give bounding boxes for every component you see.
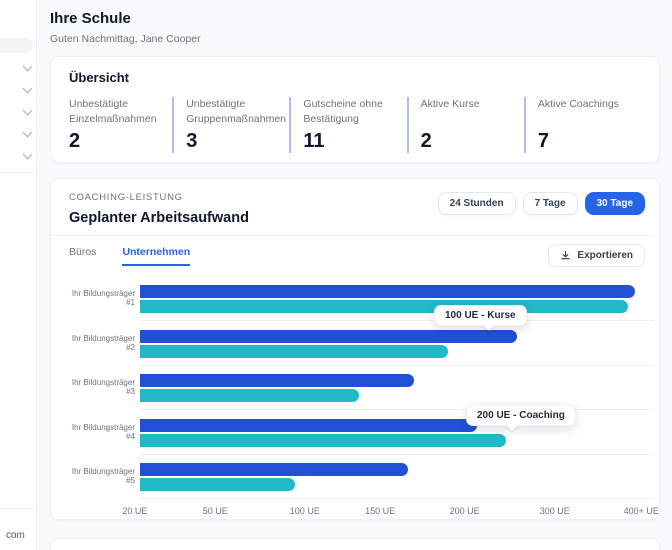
bar-kurse[interactable] [140,419,477,432]
category-label: Ihr Bildungsträger #5 [69,468,140,486]
stat-value: 7 [538,130,641,153]
stat-value: 2 [69,130,172,153]
bar-group-3: Ihr Bildungsträger #3 [51,366,659,411]
chart-tooltip-coaching: 200 UE - Coaching [466,405,576,426]
export-button[interactable]: Exportieren [548,244,645,267]
overview-card: Übersicht Unbestätigte Einzelmaßnahmen 2… [50,56,660,163]
x-tick-label: 150 UE [365,506,395,516]
bar-kurse[interactable] [140,463,408,476]
range-30-tage-button[interactable]: 30 Tage [585,192,646,215]
bar-coaching[interactable] [140,434,506,447]
bar-coaching[interactable] [140,478,295,491]
chevron-down-icon[interactable] [23,84,33,94]
stat-value: 11 [303,130,406,153]
bar-kurse[interactable] [140,330,517,343]
bar-coaching[interactable] [140,389,359,402]
chart-card-heading: COACHING-LEISTUNG Geplanter Arbeitsaufwa… [69,192,249,226]
download-icon [560,250,571,261]
category-label: Ihr Bildungsträger #4 [69,424,140,442]
x-tick-label: 300 UE [540,506,570,516]
bar-track [140,330,654,358]
chevron-down-icon[interactable] [23,106,33,116]
stat-aktive-kurse: Aktive Kurse 2 [407,97,524,153]
sidebar-active-item[interactable] [0,38,33,53]
category-label: Ihr Bildungsträger #3 [69,379,140,397]
bar-track [140,285,654,313]
tab-bueros[interactable]: Büros [69,246,96,266]
chevron-down-icon[interactable] [23,62,33,72]
stat-label: Unbestätigte Gruppenmaßnahmen [186,97,289,127]
export-button-label: Exportieren [577,250,633,261]
bar-chart: Ihr Bildungsträger #1 Ihr Bildungsträger… [51,277,659,500]
tooltip-text: 200 UE - Coaching [477,410,565,421]
sidebar: com [0,0,37,550]
bar-coaching[interactable] [140,300,628,313]
x-tick-label: 200 UE [450,506,480,516]
sidebar-footer-text: com [6,530,25,541]
page-header: Ihre Schule Guten Nachmittag, Jane Coope… [50,0,660,56]
bar-group-2: Ihr Bildungsträger #2 [51,322,659,367]
stat-value: 3 [186,130,289,153]
bar-track [140,419,654,447]
stat-unbestaetigte-gruppenmassnahmen: Unbestätigte Gruppenmaßnahmen 3 [172,97,289,153]
stat-label: Aktive Coachings [538,97,641,127]
chart-title: Geplanter Arbeitsaufwand [69,210,249,226]
chevron-down-icon[interactable] [23,150,33,160]
chart-tooltip-kurse: 100 UE - Kurse [434,305,527,326]
page-title: Ihre Schule [50,10,660,27]
stat-label: Aktive Kurse [421,97,524,127]
bar-track [140,374,654,402]
chart-tabs: Büros Unternehmen [69,246,190,266]
bar-kurse[interactable] [140,374,414,387]
x-tick-label: 50 UE [203,506,228,516]
tooltip-text: 100 UE - Kurse [445,310,516,321]
main-content: Ihre Schule Guten Nachmittag, Jane Coope… [37,0,672,550]
overview-title: Übersicht [69,70,641,85]
tab-unternehmen[interactable]: Unternehmen [122,246,190,266]
stat-aktive-coachings: Aktive Coachings 7 [524,97,641,153]
category-label: Ihr Bildungsträger #2 [69,335,140,353]
sidebar-divider [0,172,36,173]
bar-coaching[interactable] [140,345,448,358]
next-card-partial [50,538,660,550]
stat-unbestaetigte-einzelmassnahmen: Unbestätigte Einzelmaßnahmen 2 [69,97,172,153]
stat-value: 2 [421,130,524,153]
x-tick-label: 100 UE [290,506,320,516]
bar-track [140,463,654,491]
x-tick-label: 20 UE [122,506,147,516]
category-label: Ihr Bildungsträger #1 [69,290,140,308]
sidebar-divider [0,508,36,509]
stat-label: Unbestätigte Einzelmaßnahmen [69,97,172,127]
range-24-stunden-button[interactable]: 24 Stunden [438,192,516,215]
bar-group-1: Ihr Bildungsträger #1 [51,277,659,322]
bar-kurse[interactable] [140,285,635,298]
range-7-tage-button[interactable]: 7 Tage [523,192,578,215]
x-axis: 20 UE 50 UE 100 UE 150 UE 200 UE 300 UE … [145,506,654,522]
page-greeting: Guten Nachmittag, Jane Cooper [50,33,660,45]
coaching-performance-card: COACHING-LEISTUNG Geplanter Arbeitsaufwa… [50,178,660,520]
stats-row: Unbestätigte Einzelmaßnahmen 2 Unbestäti… [69,97,641,153]
bar-group-5: Ihr Bildungsträger #5 [51,455,659,500]
stat-gutscheine-ohne-bestaetigung: Gutscheine ohne Bestätigung 11 [289,97,406,153]
x-tick-label: 400+ UE [624,506,659,516]
time-range-group: 24 Stunden 7 Tage 30 Tage [438,192,645,215]
stat-label: Gutscheine ohne Bestätigung [303,97,406,127]
chart-eyebrow: COACHING-LEISTUNG [69,192,249,203]
chevron-down-icon[interactable] [23,128,33,138]
